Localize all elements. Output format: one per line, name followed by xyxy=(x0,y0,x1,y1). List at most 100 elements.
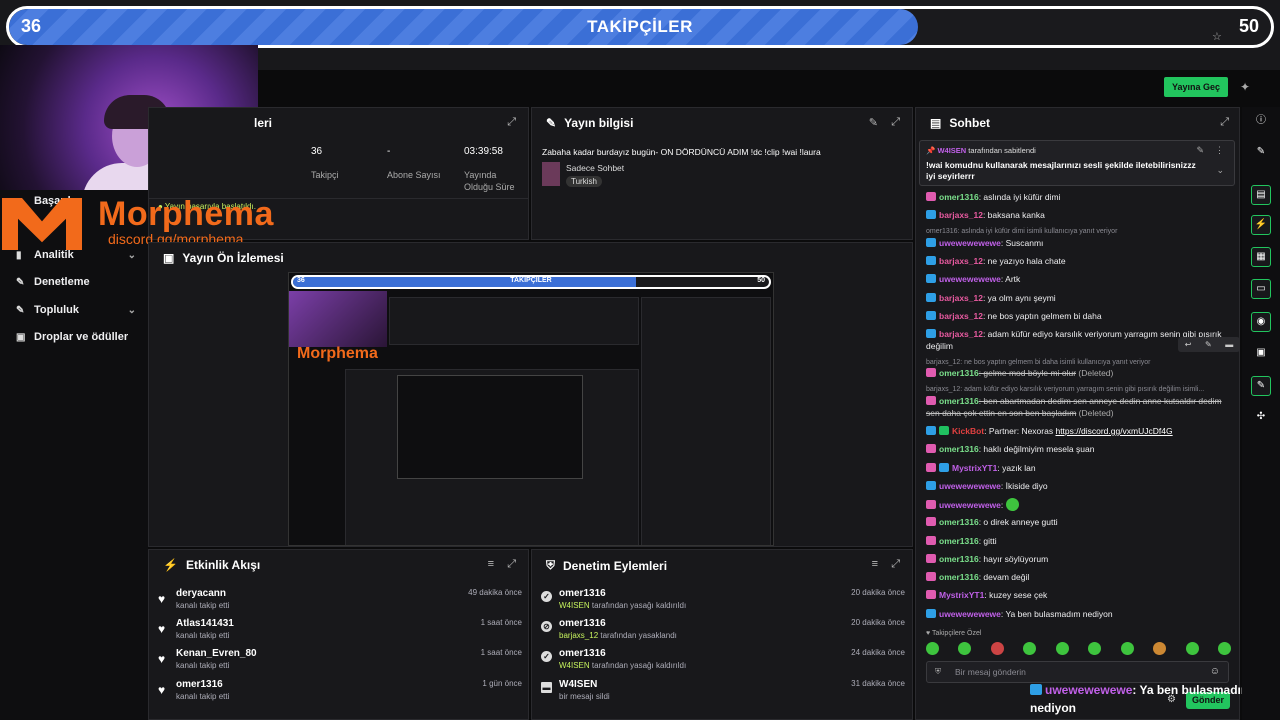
chat-message[interactable]: MystrixYT1: kuzey sese çek xyxy=(926,589,1231,601)
wallet-icon[interactable]: ▣ xyxy=(1251,344,1271,364)
emote-icon[interactable] xyxy=(1217,642,1231,655)
expand-icon[interactable]: ⤢ xyxy=(891,558,900,571)
panel-title: Denetim Eylemleri xyxy=(563,558,668,573)
edit-icon[interactable]: ✎ xyxy=(1196,145,1204,156)
filter-icon[interactable]: ≡ xyxy=(488,558,494,570)
emoji-icon[interactable]: ☺ xyxy=(1210,666,1220,677)
star-icon[interactable]: ☆ xyxy=(1212,30,1222,43)
list-item: ♥ omer1316 kanalı takip etti 1 gün önce xyxy=(158,679,522,701)
chat-input-placeholder: Bir mesaj gönderin xyxy=(955,667,1026,677)
chat-message[interactable]: barjaxs_12: ya olm aynı şeymi xyxy=(926,292,1231,304)
filter-icon[interactable]: ≡ xyxy=(872,558,878,570)
pinned-header: 📌 W4ISEN tarafından sabitlendi xyxy=(926,146,1036,155)
heart-icon: ♥ xyxy=(158,652,166,666)
shield-icon: ⛨ xyxy=(935,667,941,676)
expand-icon[interactable]: ⤢ xyxy=(891,116,900,129)
sidebar-item-moderation[interactable]: ✎ Denetleme xyxy=(16,276,136,288)
wrench-icon[interactable]: ✎ xyxy=(1251,376,1271,396)
emote-icon xyxy=(1005,498,1019,511)
sidebar-item-community[interactable]: ✎ Topluluk ⌄ xyxy=(16,304,136,316)
community-icon[interactable]: ✣ xyxy=(1251,408,1271,428)
go-live-button[interactable]: Yayına Geç xyxy=(1164,77,1228,97)
reply-context: barjaxs_12: adam küfür ediyo karsılık ve… xyxy=(926,386,1205,393)
sidebar-item-drops[interactable]: ▣ Droplar ve ödüller xyxy=(16,331,136,343)
emote-icon[interactable] xyxy=(1023,642,1037,655)
chat-input[interactable]: ⛨ Bir mesaj gönderin ☺ xyxy=(926,661,1229,683)
trash-icon[interactable]: ▬ xyxy=(1225,340,1233,349)
edit-icon[interactable]: ✎ xyxy=(1251,143,1271,163)
chat-message[interactable]: barjaxs_12: ne bos yaptın gelmem bi daha xyxy=(926,310,1231,322)
expand-icon[interactable]: ⤢ xyxy=(507,116,516,129)
emote-icon[interactable] xyxy=(1185,642,1199,655)
profile-icon[interactable]: ✦ xyxy=(1240,80,1250,94)
panel-title: leri xyxy=(254,116,273,130)
more-icon[interactable]: ⋮ xyxy=(1215,145,1224,156)
chat-message[interactable]: KickBot: Partner: Nexoras https://discor… xyxy=(926,425,1231,437)
category-thumbnail xyxy=(542,162,560,186)
chat-message[interactable]: omer1316: aslında iyi küfür dimi xyxy=(926,191,1231,203)
left-sidebar xyxy=(0,190,148,720)
chat-message[interactable]: uwewewewewe: Suscanmı xyxy=(926,237,1231,249)
heart-icon: ♥ xyxy=(158,592,166,606)
chat-message[interactable]: MystrixYT1: yazık lan xyxy=(926,462,1231,474)
chat-icon[interactable]: ▭ xyxy=(1251,279,1271,299)
chat-message[interactable]: omer1316: devam değil xyxy=(926,571,1231,583)
wrench-icon: ✎ xyxy=(546,116,557,130)
stream-info-panel: ✎ Yayın bilgisi ✎ ⤢ Zabaha kadar burdayız… xyxy=(531,107,913,240)
emote-icon[interactable] xyxy=(1120,642,1134,655)
chat-link[interactable]: https://discord.gg/vxmUJcDf4G xyxy=(1055,426,1172,436)
pinned-message: 📌 W4ISEN tarafından sabitlendi !wai komu… xyxy=(919,140,1235,186)
lightning-icon[interactable]: ⚡ xyxy=(1251,215,1271,235)
chat-message[interactable]: barjaxs_12: ne yazıyo hala chate xyxy=(926,255,1231,267)
layout-icon[interactable]: ▤ xyxy=(1251,185,1271,205)
chat-message[interactable]: omer1316: haklı değilmiyim mesela şuan xyxy=(926,443,1231,455)
chat-message[interactable]: omer1316: hayır söylüyorum xyxy=(926,553,1231,565)
chat-message[interactable]: omer1316: gelme mod böyle mi olur (Delet… xyxy=(926,367,1231,379)
chat-message[interactable]: uwewewewewe: Ya ben bulasmadım nediyon xyxy=(926,608,1231,620)
pin-icon[interactable]: ✎ xyxy=(1205,340,1212,349)
unban-icon: ✓ xyxy=(541,651,552,662)
lightning-icon: ⚡ xyxy=(163,558,178,572)
emote-icon[interactable] xyxy=(926,642,939,655)
preview-goal-bar: 36 TAKİPÇİLER 50 xyxy=(291,275,771,289)
emote-icon[interactable] xyxy=(958,642,972,655)
emote-icon[interactable] xyxy=(1088,642,1102,655)
pin-icon: 📌 xyxy=(926,146,938,155)
chat-message[interactable]: omer1316: o direk anneye gutti xyxy=(926,516,1231,528)
edit-icon[interactable]: ✎ xyxy=(869,116,878,129)
chevron-down-icon: ⌄ xyxy=(127,304,136,316)
preview-video[interactable]: 36 TAKİPÇİLER 50 Morphema xyxy=(288,272,774,546)
goal-target: 50 xyxy=(1238,16,1259,36)
heart-icon: ♥ xyxy=(158,622,166,636)
list-item: ♥ deryacann kanalı takip etti 49 dakika önc… xyxy=(158,588,522,610)
expand-icon[interactable]: ⤢ xyxy=(507,558,516,571)
list-item: ♥ Atlas141431 kanalı takip etti 1 saat önce xyxy=(158,618,522,640)
expand-icon[interactable]: ⤢ xyxy=(1220,116,1229,129)
chat-message[interactable]: omer1316: gitti xyxy=(926,535,1231,547)
chat-message[interactable]: uwewewewewe: Artk xyxy=(926,273,1231,285)
tag-chip[interactable]: Turkish xyxy=(566,176,602,187)
chat-message[interactable]: uwewewewewe: İkiside diyo xyxy=(926,480,1231,492)
unban-icon: ✓ xyxy=(541,591,552,602)
chat-message[interactable]: omer1316: ben abartmadan dedim sen anney… xyxy=(926,395,1231,419)
list-item: ♥ Kenan_Evren_80 kanalı takip etti 1 saat ö… xyxy=(158,648,522,670)
panel-title: Yayın Ön İzlemesi xyxy=(182,251,284,265)
goal-title: TAKİPÇİLER xyxy=(587,17,693,36)
chat-icon: ▤ xyxy=(930,116,942,130)
chat-message[interactable]: uwewewewewe: xyxy=(926,498,1231,511)
emote-icon[interactable] xyxy=(1153,642,1167,655)
emote-icon[interactable] xyxy=(1055,642,1069,655)
emote-icon[interactable] xyxy=(990,642,1004,655)
chat-message[interactable]: barjaxs_12: baksana kanka xyxy=(926,209,1231,221)
list-item: ✓ omer1316 W4ISEN tarafından yasağı kaldır… xyxy=(541,648,905,676)
stream-category: Sadece Sohbet xyxy=(566,163,625,173)
trash-icon: ▬ xyxy=(541,682,552,693)
chevron-down-icon[interactable]: ⌄ xyxy=(1216,165,1224,176)
video-icon[interactable]: ◉ xyxy=(1251,312,1271,332)
list-icon[interactable]: ▦ xyxy=(1251,247,1271,267)
list-item: ▬ W4ISEN bir mesajı sildi 31 dakika önce xyxy=(541,679,905,701)
panel-title: Yayın bilgisi xyxy=(564,116,634,130)
reply-icon[interactable]: ↩ xyxy=(1185,340,1192,349)
info-icon[interactable]: ⓘ xyxy=(1251,112,1271,132)
message-actions: ↩ ✎ ▬ xyxy=(1178,337,1240,352)
